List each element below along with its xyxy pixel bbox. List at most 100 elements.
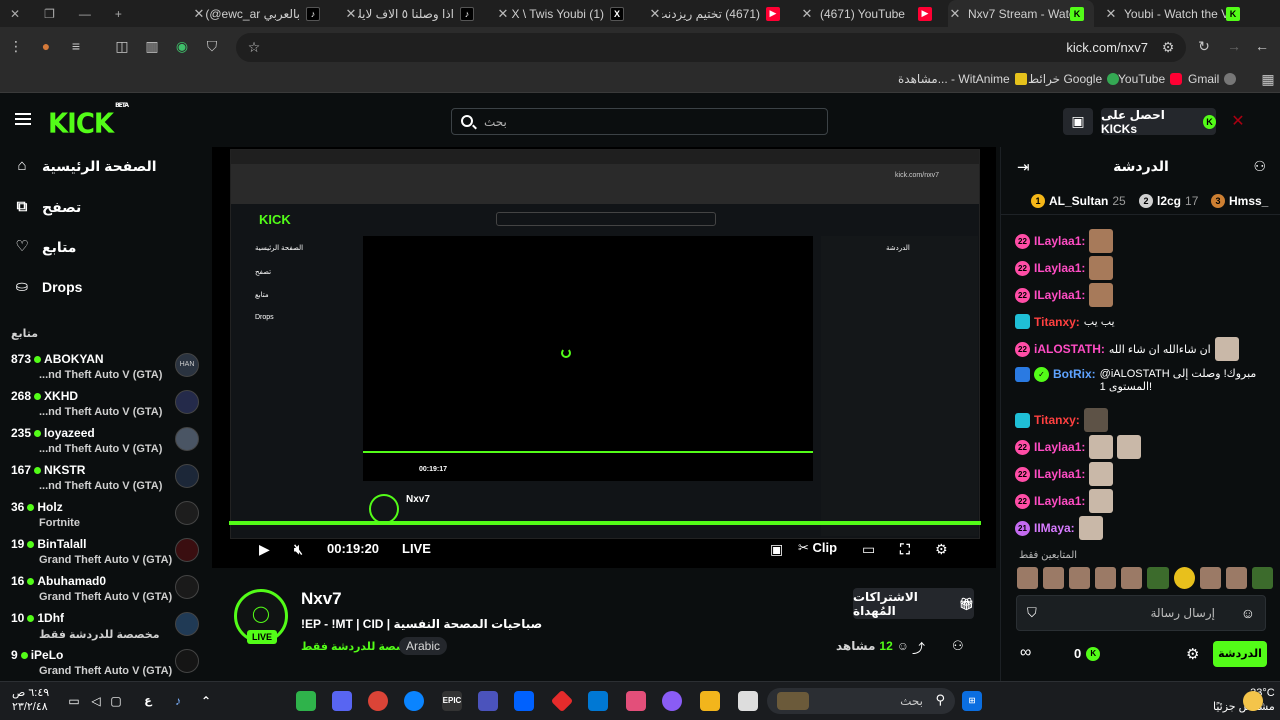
chat-username[interactable]: ILaylaa1:	[1034, 261, 1085, 275]
mute-icon[interactable]: 🔇︎	[294, 541, 303, 558]
chat-users-icon[interactable]: ⚇	[1253, 158, 1266, 175]
chat-message-input[interactable]: ⛉ إرسال رسالة ☺	[1016, 595, 1266, 631]
chat-username[interactable]: ILaylaa1:	[1034, 234, 1085, 248]
edge-icon[interactable]	[404, 691, 424, 711]
emote-option[interactable]	[1173, 567, 1195, 589]
nav-home[interactable]: ⌂ الصفحة الرئيسية	[14, 155, 156, 177]
follow-user-icon[interactable]: ⚇	[952, 638, 964, 654]
taskbar-clock[interactable]: ٦:٤٩ ص ٢٣/٢/٤٨	[12, 686, 49, 714]
close-tab-icon[interactable]: ✕	[948, 6, 962, 22]
apps-grid-icon[interactable]: ▦	[1260, 71, 1276, 87]
store-icon[interactable]	[626, 691, 646, 711]
emote-option[interactable]	[1121, 567, 1143, 589]
anydesk-icon[interactable]	[550, 689, 574, 713]
network-icon[interactable]: ▢	[106, 691, 126, 711]
video-player[interactable]: kick.com/nxv7 KICK الصفحة الرئيسية تصفح …	[212, 147, 996, 568]
tab-4[interactable]: ✕ (4671) YouTube ▶	[800, 0, 940, 27]
nav-browse[interactable]: ⧉ تصفح	[14, 196, 82, 218]
tab-5-active[interactable]: ✕ Nxv7 Stream - Watch K	[948, 0, 1094, 27]
tray-chevron-icon[interactable]: ⌃	[196, 691, 216, 711]
chat-username[interactable]: ILaylaa1:	[1034, 440, 1085, 454]
extensions-icon[interactable]: ◫	[114, 38, 130, 54]
address-bar[interactable]: ☆ kick.com/nxv7 ⚙	[236, 33, 1186, 62]
bookmark-maps[interactable]: خرائط Google	[1028, 72, 1120, 86]
chat-username[interactable]: Titanxy:	[1034, 315, 1080, 329]
search-input[interactable]: بحث	[451, 108, 828, 135]
chat-username[interactable]: IIMaya:	[1034, 521, 1075, 535]
get-kicks-button[interactable]: احصل على KICKs K	[1101, 108, 1216, 136]
maximize-window-icon[interactable]: ❐	[44, 7, 55, 21]
nav-following[interactable]: ♡ متابع	[14, 236, 76, 258]
kick-logo[interactable]: KICKBETA	[48, 102, 129, 139]
streamer-name[interactable]: Nxv7	[301, 589, 342, 609]
reload-icon[interactable]: ↻	[1196, 38, 1212, 54]
input-language[interactable]: ع	[138, 691, 158, 711]
extension-badge-icon[interactable]: ◉	[174, 38, 190, 54]
emote-option[interactable]	[1069, 567, 1091, 589]
play-icon[interactable]: ▶	[259, 541, 270, 558]
taskbar-search[interactable]: بحث ⚲	[767, 688, 955, 714]
windows-start-icon[interactable]: ⊞	[962, 691, 982, 711]
emote-option[interactable]	[1043, 567, 1065, 589]
clip-button[interactable]: ✂ Clip	[798, 540, 837, 556]
new-tab-button[interactable]: +	[115, 7, 122, 21]
channel-row-abokyan[interactable]: 873 ABOKYAN ...nd Theft Auto V (GTA) HAN	[11, 349, 199, 385]
forward-icon[interactable]: →	[1226, 38, 1242, 54]
outlook-icon[interactable]	[588, 691, 608, 711]
kicks-balance[interactable]: 0 K	[1074, 646, 1101, 661]
file-explorer-icon[interactable]	[700, 691, 720, 711]
channel-row-holz[interactable]: 36 Holz Fortnite	[11, 497, 199, 533]
app-icon[interactable]	[296, 691, 316, 711]
dropbox-icon[interactable]	[514, 691, 534, 711]
chat-settings-icon[interactable]: ⚙	[1186, 645, 1199, 663]
task-view-icon[interactable]	[738, 691, 758, 711]
wallet-button[interactable]: ▣	[1063, 108, 1093, 135]
channel-row-loyazeed[interactable]: 235 loyazeed ...nd Theft Auto V (GTA)	[11, 423, 199, 459]
language-tag[interactable]: Arabic	[399, 637, 448, 655]
channel-row-ipelo[interactable]: 9 iPeLo Grand Theft Auto V (GTA)	[11, 645, 199, 681]
nav-drops[interactable]: ⛀ Drops	[14, 276, 83, 298]
tab-1[interactable]: ✕ اذا وصلنا ٥ الاف لايك ♪	[344, 0, 484, 27]
emote-option[interactable]	[1225, 567, 1247, 589]
shield-extension-icon[interactable]: ⛉	[204, 38, 220, 54]
emote-option[interactable]	[1095, 567, 1117, 589]
tab-0[interactable]: ✕ بالعربي EWC (@ewc_ar ♪	[192, 0, 332, 27]
tab-2[interactable]: ✕ (1) X \ Twis Youbi (@ X	[496, 0, 634, 27]
live-indicator[interactable]: LIVE	[402, 541, 431, 556]
theater-mode-icon[interactable]: ▣	[770, 541, 783, 558]
back-icon[interactable]: ←	[1254, 38, 1270, 54]
close-tab-icon[interactable]: ✕	[192, 6, 206, 22]
close-tab-icon[interactable]: ✕	[344, 6, 358, 22]
discord-icon[interactable]	[332, 691, 352, 711]
channel-row-1dhf[interactable]: 10 1Dhf مخصصة للدردشة فقط	[11, 608, 199, 644]
emote-option[interactable]	[1147, 567, 1169, 589]
close-tab-icon[interactable]: ✕	[648, 6, 662, 22]
infinity-icon[interactable]: ∞	[1020, 644, 1031, 662]
seek-bar[interactable]	[229, 521, 981, 525]
menu-kebab-icon[interactable]: ⋮	[8, 38, 24, 54]
leader-3[interactable]: 3 Hmss_	[1211, 194, 1268, 208]
close-tab-icon[interactable]: ✕	[800, 6, 814, 22]
share-icon[interactable]: ⤴	[912, 638, 925, 657]
mini-player-icon[interactable]: ▭	[862, 541, 875, 558]
leader-2[interactable]: 2 l2cg 17	[1139, 194, 1198, 208]
chat-send-button[interactable]: الدردشة	[1213, 641, 1267, 667]
battery-icon[interactable]: ▭	[64, 691, 84, 711]
extension-icon[interactable]: ▥	[144, 38, 160, 54]
search-icon[interactable]	[461, 115, 473, 127]
emote-option[interactable]	[1251, 567, 1273, 589]
site-settings-icon[interactable]: ⚙	[1160, 39, 1176, 55]
profile-icon[interactable]: ●	[38, 38, 54, 54]
bookmark-star-icon[interactable]: ☆	[246, 39, 262, 55]
settings-gear-icon[interactable]: ⚙	[935, 541, 948, 558]
channel-row-xkhd[interactable]: 268 XKHD ...nd Theft Auto V (GTA)	[11, 386, 199, 422]
epic-games-icon[interactable]: EPIC	[442, 691, 462, 711]
emote-option[interactable]	[1017, 567, 1039, 589]
copilot-icon[interactable]	[662, 691, 682, 711]
user-avatar[interactable]: ✕	[1226, 111, 1250, 133]
fullscreen-icon[interactable]: ⛶	[900, 541, 910, 558]
shield-icon[interactable]: ⛉	[1027, 605, 1037, 621]
chat-username[interactable]: ILaylaa1:	[1034, 467, 1085, 481]
chrome-icon[interactable]	[368, 691, 388, 711]
channel-row-bintalall[interactable]: 19 BinTalall Grand Theft Auto V (GTA)	[11, 534, 199, 570]
